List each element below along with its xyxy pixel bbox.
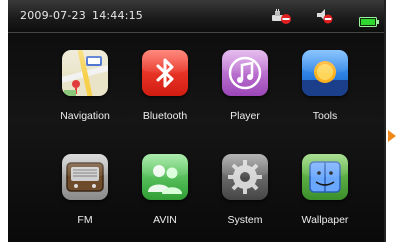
- bluetooth-icon: [142, 50, 188, 96]
- usb-disconnected-icon: [270, 8, 292, 28]
- app-tools[interactable]: Tools: [283, 48, 367, 138]
- map-icon: [62, 50, 108, 96]
- app-avin[interactable]: AVIN: [123, 152, 207, 242]
- music-note-icon: [222, 50, 268, 96]
- gear-icon: [222, 154, 268, 200]
- battery-icon: [359, 12, 379, 31]
- app-bluetooth[interactable]: Bluetooth: [123, 48, 207, 138]
- app-label: Bluetooth: [142, 110, 188, 122]
- app-system[interactable]: System: [203, 152, 287, 242]
- mute-icon: [315, 8, 335, 28]
- radio-icon: [62, 154, 108, 200]
- status-time: 14:44:15: [92, 9, 144, 22]
- people-icon: [142, 154, 188, 200]
- app-label: Wallpaper: [301, 214, 349, 226]
- app-fm[interactable]: FM: [43, 152, 127, 242]
- app-label: System: [227, 214, 263, 226]
- app-navigation[interactable]: Navigation: [43, 48, 127, 138]
- status-bar: 2009-07-23 14:44:15: [8, 0, 384, 33]
- app-player[interactable]: Player: [203, 48, 287, 138]
- app-label: Navigation: [60, 110, 110, 122]
- app-label: Tools: [312, 110, 338, 122]
- finder-icon: [302, 154, 348, 200]
- device-screen: 2009-07-23 14:44:15 Navigation Bluetooth…: [8, 0, 386, 242]
- sun-icon: [302, 50, 348, 96]
- app-label: Player: [230, 110, 260, 122]
- app-label: AVIN: [153, 214, 177, 226]
- app-label: FM: [77, 214, 93, 226]
- app-wallpaper[interactable]: Wallpaper: [283, 152, 367, 242]
- status-date: 2009-07-23: [20, 9, 86, 22]
- next-page-arrow-icon[interactable]: [388, 130, 396, 142]
